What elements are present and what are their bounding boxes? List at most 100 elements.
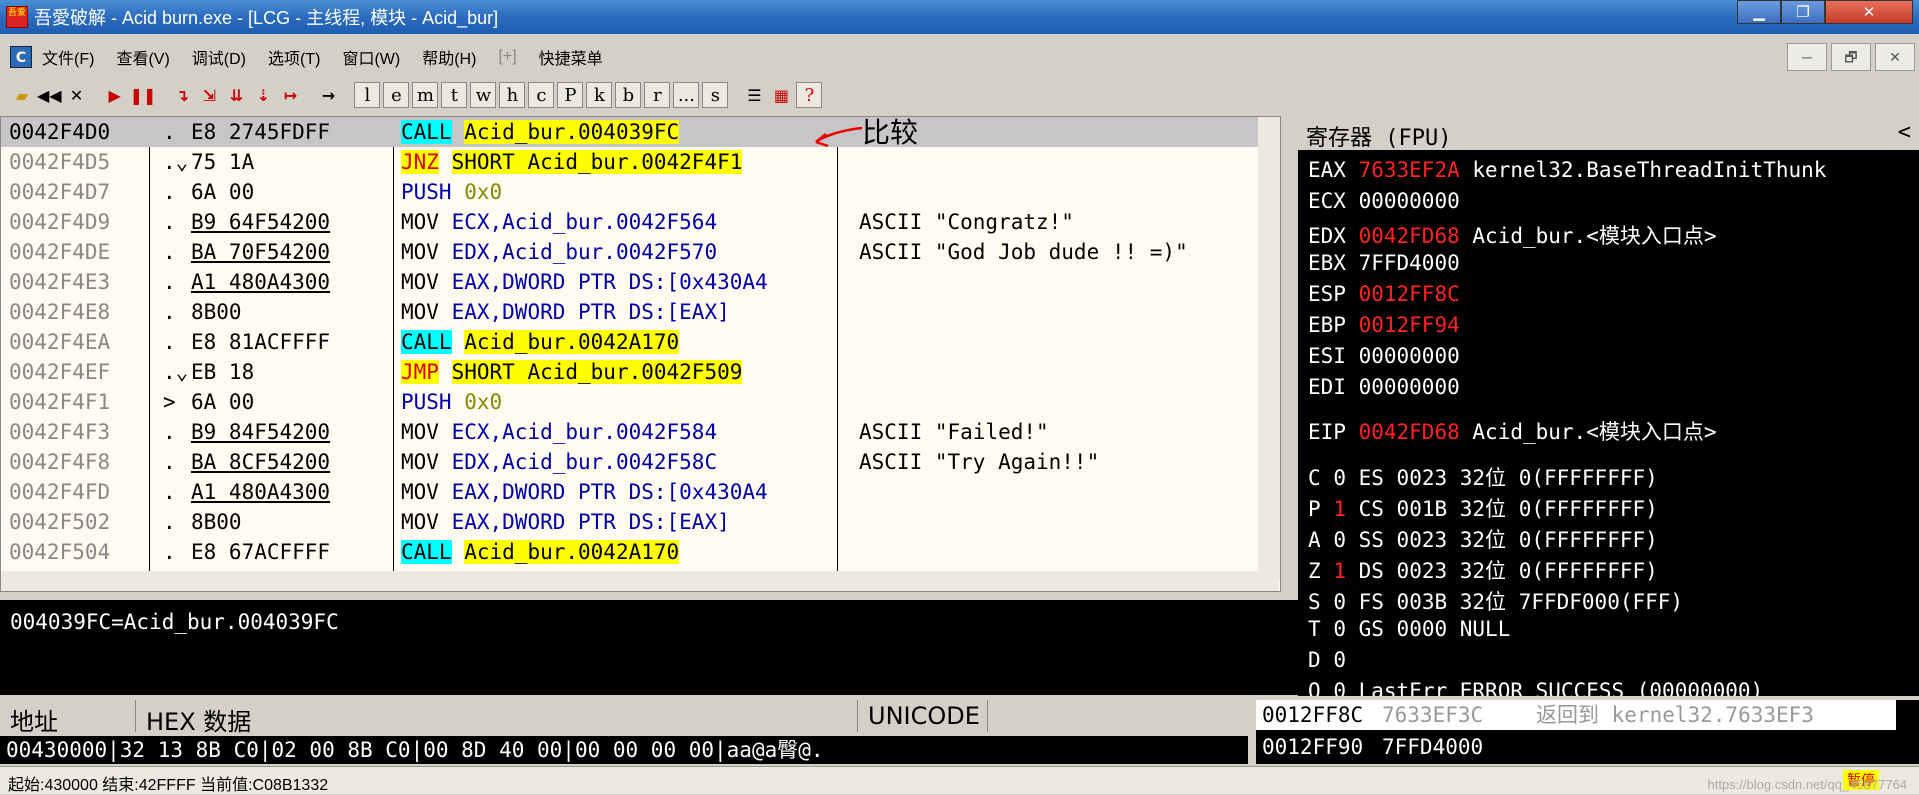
disassembly-list[interactable]: 0042F4D0. E8 2745FDFF CALL Acid_bur.004039… <box>1 117 1279 579</box>
source-window-button[interactable]: s <box>702 82 729 108</box>
menu-debug[interactable]: 调试(D) <box>192 45 246 69</box>
mdi-window-icon[interactable]: C <box>10 46 32 68</box>
flag-row[interactable]: T 0 GS 0000 NULL <box>1308 617 1523 641</box>
collapse-chevron-icon[interactable]: < <box>1898 120 1911 146</box>
options-grid-icon[interactable]: ▦ <box>769 82 793 108</box>
flag-row[interactable]: A 0 SS 0023 32位 0(FFFFFFFF) <box>1308 524 1670 554</box>
disasm-row[interactable]: 0042F4F3. B9 84F54200 MOV ECX,Acid_bur.004… <box>1 417 1271 447</box>
disasm-hex: EB 18 <box>191 360 255 384</box>
flag-row[interactable]: C 0 ES 0023 32位 0(FFFFFFFF) <box>1308 462 1670 492</box>
restart-icon[interactable]: ◀◀ <box>37 82 62 108</box>
disasm-instruction: MOV EDX,Acid_bur.0042F58C <box>401 447 717 477</box>
status-text: 起始:430000 结束:42FFFF 当前值:C08B1332 <box>8 777 329 794</box>
disasm-row[interactable]: 0042F4D5 .⌄ 75 1A JNZ SHORT Acid_bur.0042F4… <box>1 147 1271 177</box>
windows-window-button[interactable]: w <box>470 82 497 108</box>
registers-title[interactable]: 寄存器 (FPU) < <box>1298 116 1919 151</box>
disasm-row[interactable]: 0042F4DE. BA 70F54200 MOV EDX,Acid_bur.004… <box>1 237 1271 267</box>
open-icon[interactable]: ▰ <box>10 82 34 108</box>
references-window-button[interactable]: r <box>644 82 671 108</box>
flag-row[interactable]: P 1 CS 001B 32位 0(FFFFFFFF) <box>1308 493 1670 523</box>
disasm-row[interactable]: 0042F504. E8 67ACFFFF CALL Acid_bur.0042A1… <box>1 537 1271 567</box>
memory-window-button[interactable]: m <box>412 82 439 108</box>
disasm-row[interactable]: 0042F4F8. BA 8CF54200 MOV EDX,Acid_bur.004… <box>1 447 1271 477</box>
log-window-button[interactable]: l <box>354 82 381 108</box>
segment-info: CS 001B 32位 0(FFFFFFFF) <box>1358 497 1658 521</box>
trace-into-icon[interactable]: ⇊ <box>224 82 248 108</box>
disasm-hex: A1 480A4300 <box>191 480 331 504</box>
disasm-row[interactable]: 0042F4D7. 6A 00 PUSH 0x0 <box>1 177 1271 207</box>
step-over-icon[interactable]: ⇲ <box>197 82 221 108</box>
maximize-button[interactable]: ❐ <box>1781 0 1825 24</box>
close-button[interactable]: ✕ <box>1825 0 1913 24</box>
menu-shortcuts[interactable]: 快捷菜单 <box>539 45 603 69</box>
run-icon[interactable]: ▶ <box>103 82 127 108</box>
close-program-icon[interactable]: ✕ <box>65 82 89 108</box>
modules-window-button[interactable]: e <box>383 82 410 108</box>
register-row[interactable]: ECX 00000000 <box>1308 189 1485 213</box>
disasm-row[interactable]: 0042F4FD. A1 480A4300 MOV EAX,DWORD PTR DS… <box>1 477 1271 507</box>
flag-row[interactable]: D 0 <box>1308 648 1371 672</box>
register-row[interactable]: EAX 7633EF2A kernel32.BaseThreadInitThun… <box>1308 158 1839 182</box>
cpu-window-button[interactable]: c <box>528 82 555 108</box>
mdi-restore-button[interactable]: 🗗 <box>1831 43 1871 71</box>
register-row[interactable]: EDI 00000000 <box>1308 375 1485 399</box>
dump-header-unicode[interactable]: UNICODE <box>858 700 988 732</box>
list-view-icon[interactable]: ☰ <box>742 82 766 108</box>
step-into-icon[interactable]: ↴ <box>170 82 194 108</box>
dump-header-hex[interactable]: HEX 数据 <box>136 700 858 736</box>
patches-window-button[interactable]: P <box>557 82 584 108</box>
pause-icon[interactable]: ❚❚ <box>130 82 157 108</box>
disasm-address: 0042F504 <box>9 540 111 564</box>
dump-header-address[interactable]: 地址 <box>0 700 136 736</box>
disasm-row[interactable]: 0042F502. 8B00 MOV EAX,DWORD PTR DS:[EAX] <box>1 507 1271 537</box>
disasm-horizontal-scrollbar[interactable] <box>1 571 1279 591</box>
disasm-row[interactable]: 0042F4D9. B9 64F54200 MOV ECX,Acid_bur.004… <box>1 207 1271 237</box>
help-button[interactable]: ? <box>796 82 823 108</box>
flag-row[interactable]: S 0 FS 003B 32位 7FFDF000(FFF) <box>1308 586 1696 616</box>
menu-view[interactable]: 查看(V) <box>116 45 169 69</box>
stack-row[interactable]: 0012FF8C 7633EF3C 返回到 kernel32.7633EF3 <box>1256 700 1896 730</box>
register-row[interactable]: EBX 7FFD4000 <box>1308 251 1485 275</box>
register-row[interactable]: EBP 0012FF94 <box>1308 313 1485 337</box>
breakpoints-window-button[interactable]: b <box>615 82 642 108</box>
disasm-operand: SHORT Acid_bur.0042F509 <box>451 360 743 384</box>
register-row[interactable]: ESP 0012FF8C <box>1308 282 1485 306</box>
menu-file[interactable]: 文件(F) <box>42 45 94 69</box>
run-to-return-icon[interactable]: ↦ <box>278 82 302 108</box>
menu-window[interactable]: 窗口(W) <box>342 45 400 69</box>
trace-over-icon[interactable]: ⇣ <box>251 82 275 108</box>
goto-icon[interactable]: → <box>316 82 340 108</box>
disasm-instruction: JNZ SHORT Acid_bur.0042F4F1 <box>401 147 743 177</box>
disasm-opcode: MOV <box>401 420 439 444</box>
eip-row[interactable]: EIP 0042FD68 Acid_bur.<模块入口点> <box>1308 416 1729 446</box>
disasm-address: 0042F4EA <box>9 330 111 354</box>
window-title: 吾愛破解 - Acid burn.exe - [LCG - 主线程, 模块 - … <box>34 8 499 28</box>
register-row[interactable]: EDX 0042FD68 Acid_bur.<模块入口点> <box>1308 220 1729 250</box>
threads-window-button[interactable]: t <box>441 82 468 108</box>
menu-plugins[interactable]: [+] <box>498 48 516 66</box>
mdi-minimize-button[interactable]: ─ <box>1787 43 1827 71</box>
register-value: 00000000 <box>1358 189 1460 213</box>
flag-row[interactable]: Z 1 DS 0023 32位 0(FFFFFFFF) <box>1308 555 1670 585</box>
disasm-row[interactable]: 0042F4D0. E8 2745FDFF CALL Acid_bur.004039… <box>1 117 1271 147</box>
callstack-window-button[interactable]: k <box>586 82 613 108</box>
disasm-row[interactable]: 0042F4F1 >6A 00 PUSH 0x0 <box>1 387 1271 417</box>
menu-help[interactable]: 帮助(H) <box>422 45 476 69</box>
disasm-row[interactable]: 0042F4EA. E8 81ACFFFF CALL Acid_bur.0042A1… <box>1 327 1271 357</box>
stack-row[interactable]: 0012FF90 7FFD4000 <box>1256 732 1896 762</box>
register-row[interactable]: ESI 00000000 <box>1308 344 1485 368</box>
disasm-vertical-scrollbar[interactable] <box>1258 117 1280 579</box>
mdi-close-button[interactable]: ✕ <box>1875 43 1915 71</box>
dump-row[interactable]: 00430000|32 13 8B C0|02 00 8B C0|00 8D 4… <box>0 736 1248 764</box>
info-line: 004039FC=Acid_bur.004039FC <box>10 610 339 634</box>
stack-value: 7633EF3C <box>1382 700 1484 730</box>
disasm-row[interactable]: 0042F4EF .⌄ EB 18 JMP SHORT Acid_bur.0042F5… <box>1 357 1271 387</box>
menu-options[interactable]: 选项(T) <box>268 45 320 69</box>
disasm-row[interactable]: 0042F4E8. 8B00 MOV EAX,DWORD PTR DS:[EAX] <box>1 297 1271 327</box>
run-trace-window-button[interactable]: ... <box>673 82 700 108</box>
minimize-button[interactable]: ▁ <box>1737 0 1781 24</box>
flag-row[interactable]: O 0 LastErr ERROR_SUCCESS (00000000) <box>1308 679 1776 696</box>
flag-value: 1 <box>1333 497 1346 521</box>
handles-window-button[interactable]: h <box>499 82 526 108</box>
disasm-row[interactable]: 0042F4E3. A1 480A4300 MOV EAX,DWORD PTR DS… <box>1 267 1271 297</box>
